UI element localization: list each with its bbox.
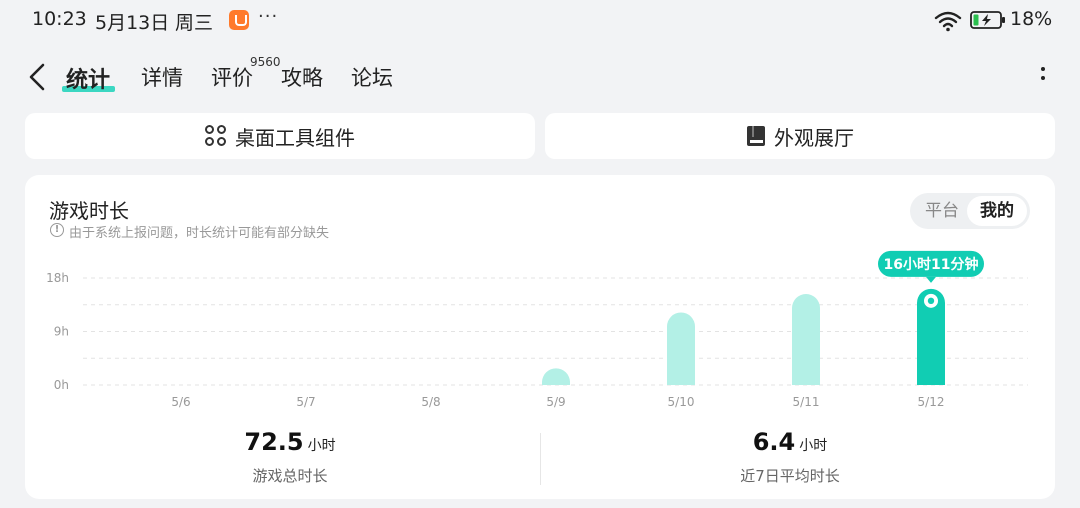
desktop-widgets-button[interactable]: 桌面工具组件 (25, 113, 535, 159)
x-tick-label: 5/10 (668, 395, 695, 409)
status-bar: 10:23 5月13日 周三 ··· 18% (0, 0, 1080, 40)
widgets-grid-icon (205, 125, 227, 147)
x-tick-label: 5/9 (546, 395, 565, 409)
bar-5/11 (792, 294, 820, 385)
app-notification-icon (229, 10, 249, 30)
x-tick-label: 5/8 (421, 395, 440, 409)
status-time: 10:23 (32, 8, 87, 30)
x-tick-label: 5/11 (793, 395, 820, 409)
desktop-widgets-label: 桌面工具组件 (235, 125, 355, 150)
tab-forum[interactable]: 论坛 (351, 62, 393, 92)
total-play-time-label: 游戏总时长 (252, 467, 328, 485)
appearance-showroom-button[interactable]: 外观展厅 (545, 113, 1055, 159)
tab-statistics[interactable]: 统计 (66, 62, 110, 94)
tab-reviews[interactable]: 评价 (211, 62, 253, 92)
more-menu-icon[interactable] (1036, 64, 1050, 90)
more-notifications-indicator: ··· (258, 6, 279, 27)
book-icon (747, 126, 765, 146)
x-tick-label: 5/12 (918, 395, 945, 409)
average-play-time-unit: 小时 (799, 438, 828, 454)
average-play-time-label: 近7日平均时长 (740, 467, 840, 485)
stats-divider (540, 433, 541, 485)
x-tick-label: 5/6 (171, 395, 190, 409)
battery-percentage: 18% (1010, 8, 1053, 30)
average-play-time-value: 6.4 (752, 428, 796, 456)
tab-details[interactable]: 详情 (141, 62, 183, 92)
tooltip-pointer (926, 276, 936, 283)
wifi-icon (934, 11, 962, 32)
bar-5/10 (667, 312, 695, 385)
y-tick-label: 0h (54, 378, 69, 392)
top-navigation: 统计 详情 评价 9560 攻略 论坛 (0, 48, 1080, 106)
total-play-time-unit: 小时 (307, 438, 336, 454)
x-tick-label: 5/7 (296, 395, 315, 409)
play-time-chart: 0h 9h 18h 5/6 5/7 5/8 5/9 5/10 5/11 5/12 16小时11分钟 (46, 250, 1028, 409)
back-arrow-icon[interactable] (26, 62, 48, 92)
status-date: 5月13日 (95, 12, 170, 34)
play-time-card: 游戏时长 ! 由于系统上报问题，时长统计可能有部分缺失 平台 我的 0h 9h 18… (25, 175, 1055, 499)
y-tick-label: 18h (46, 271, 69, 285)
review-count-badge: 9560 (250, 55, 281, 69)
tooltip-label: 16小时11分钟 (884, 256, 979, 273)
tab-guides[interactable]: 攻略 (281, 62, 323, 92)
status-weekday: 周三 (175, 12, 214, 34)
total-play-time-value: 72.5 (244, 428, 304, 456)
average-play-time: 6.4 小时 近7日平均时长 (640, 428, 940, 486)
appearance-showroom-label: 外观展厅 (774, 125, 854, 150)
total-play-time: 72.5 小时 游戏总时长 (140, 428, 440, 486)
y-tick-label: 9h (54, 325, 69, 339)
battery-charging-icon (970, 11, 1005, 29)
bar-5/9 (542, 368, 570, 385)
highlight-marker-dot (927, 297, 935, 305)
